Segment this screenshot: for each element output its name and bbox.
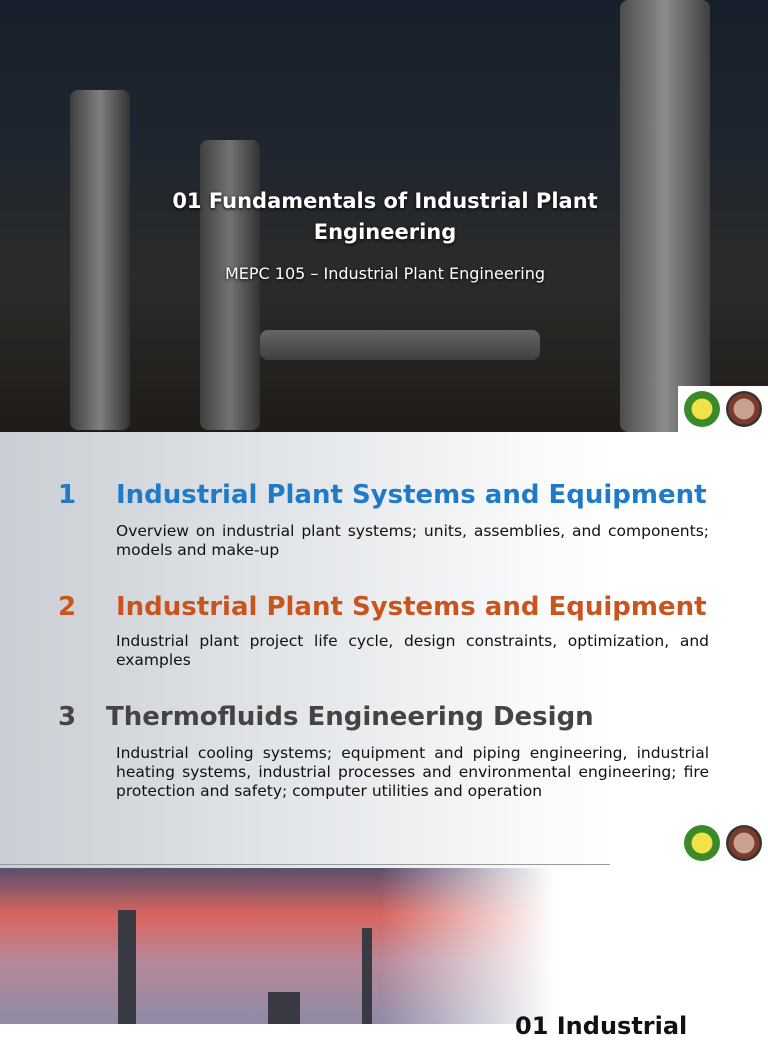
title-slide: 01 Fundamentals of Industrial Plant Engi… <box>0 0 768 432</box>
agenda-slide: 1 Industrial Plant Systems and Equipment… <box>0 432 768 868</box>
university-seal-icon <box>684 391 720 427</box>
plant-structure-image <box>268 992 300 1024</box>
item-description: Overview on industrial plant systems; un… <box>116 522 709 559</box>
chimney-image <box>118 910 136 1024</box>
slide-title: 01 Fundamentals of Industrial Plant Engi… <box>172 189 598 244</box>
slide-subtitle: MEPC 105 – Industrial Plant Engineering <box>224 264 546 283</box>
item-number: 1 <box>58 480 77 510</box>
institution-logos <box>678 386 768 432</box>
university-seal-icon <box>684 825 720 861</box>
next-slide <box>0 868 768 1024</box>
engineering-seal-icon <box>726 391 762 427</box>
item-heading: Industrial Plant Systems and Equipment <box>116 480 707 510</box>
next-slide-title: 01 Industrial <box>515 1012 688 1040</box>
divider <box>0 864 610 865</box>
item-heading: Thermofluids Engineering Design <box>106 702 594 732</box>
item-number: 3 <box>58 702 77 732</box>
flare-tower-image <box>362 928 372 1024</box>
item-heading: Industrial Plant Systems and Equipment <box>116 592 707 622</box>
institution-logos <box>678 820 768 866</box>
item-number: 2 <box>58 592 77 622</box>
engineering-seal-icon <box>726 825 762 861</box>
item-description: Industrial plant project life cycle, des… <box>116 632 709 669</box>
item-description: Industrial cooling systems; equipment an… <box>116 744 709 800</box>
